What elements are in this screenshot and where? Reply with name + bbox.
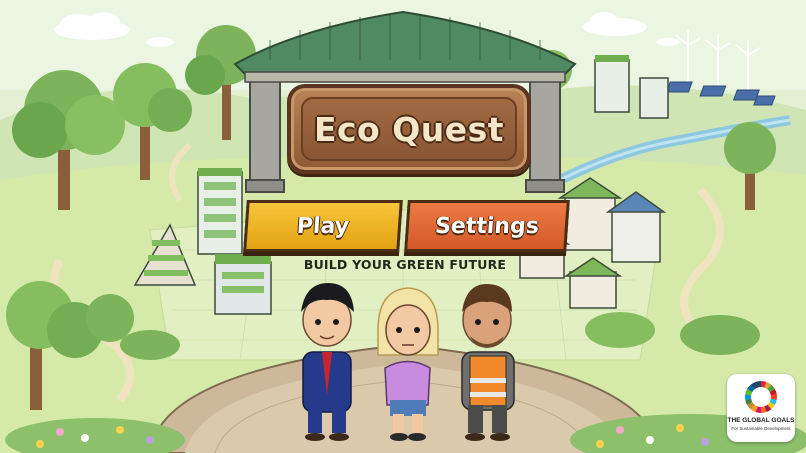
green-building (197, 168, 243, 255)
settings-button-label: Settings (434, 213, 540, 239)
play-button[interactable]: Play (243, 200, 403, 252)
global-goals-subtitle: For Sustainable Development (731, 426, 791, 431)
global-goals-wheel-icon (744, 381, 778, 413)
global-goals-badge[interactable]: THE GLOBAL GOALS For Sustainable Develop… (727, 374, 795, 442)
game-title: Eco Quest (313, 109, 505, 149)
title-sign-inner: Eco Quest (301, 97, 517, 161)
game-main-menu: Eco Quest Play Settings BUILD YOUR GREEN… (0, 0, 806, 453)
tagline: BUILD YOUR GREEN FUTURE (303, 257, 507, 272)
game-background-scene (0, 0, 806, 453)
cloud (146, 37, 174, 47)
settings-button[interactable]: Settings (404, 200, 570, 252)
title-sign: Eco Quest (287, 84, 531, 174)
global-goals-title: THE GLOBAL GOALS (727, 417, 795, 424)
play-button-label: Play (296, 213, 350, 239)
